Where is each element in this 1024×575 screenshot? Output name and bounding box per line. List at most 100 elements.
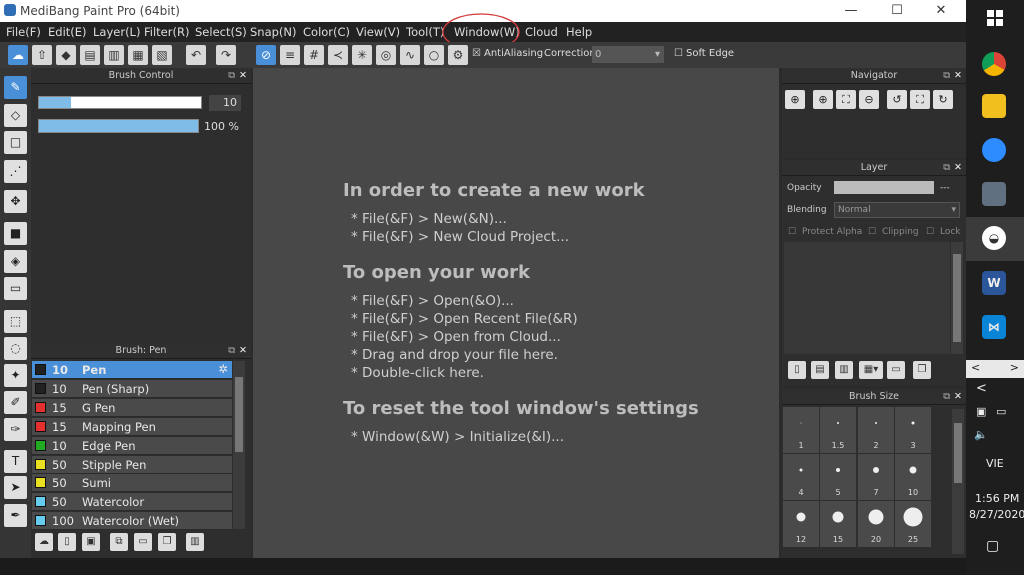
minimize-button[interactable]: — [828,0,874,22]
trash-icon[interactable]: ▥ [186,533,204,551]
antialiasing-checkbox-icon[interactable]: ☒ [472,48,481,59]
close-button[interactable]: ✕ [918,0,964,22]
vscode-icon[interactable]: ⋈ [982,315,1006,339]
duplicate-layer-icon[interactable]: ❐ [913,361,931,379]
undock-icon[interactable]: ⧉ [943,68,950,84]
protect-alpha-checkbox-icon[interactable]: ☐ [788,227,796,237]
scrollbar-thumb[interactable] [954,423,962,483]
layout-icon[interactable]: ▧ [152,45,172,65]
grid-icon[interactable]: ▦ [128,45,148,65]
parallel-snap-icon[interactable]: ≡ [280,45,300,65]
camera-icon[interactable]: ▣ [976,405,986,418]
folder-icon[interactable]: ▭ [134,533,152,551]
chrome-icon[interactable] [982,52,1006,76]
brush-size-preset[interactable]: 5 [820,454,856,500]
brush-item-mapping-pen[interactable]: 15 Mapping Pen [32,418,232,436]
brush-size-preset[interactable]: 10 [895,454,931,500]
rectangle-tool-icon[interactable]: □ [4,131,27,154]
menu-color[interactable]: Color(C) [303,25,350,39]
calculator-icon[interactable] [982,182,1006,206]
menu-tool[interactable]: Tool(T) [406,25,444,39]
dot-tool-icon[interactable]: ⋰ [4,160,27,183]
brush-size-value[interactable]: 10 [209,95,241,111]
undock-icon[interactable]: ⧉ [228,68,235,84]
scroll-left-arrow[interactable]: < [971,361,980,374]
clipping-checkbox-icon[interactable]: ☐ [868,227,876,237]
move-tool-icon[interactable]: ✥ [4,190,27,213]
brush-item-pen-sharp[interactable]: 10 Pen (Sharp) [32,380,232,398]
bucket-tool-icon[interactable]: ◈ [4,250,27,273]
brush-size-preset[interactable]: 15 [820,501,856,547]
brush-item-edge-pen[interactable]: 10 Edge Pen [32,437,232,455]
menu-edit[interactable]: Edit(E) [48,25,87,39]
magic-wand-tool-icon[interactable]: ✦ [4,364,27,387]
reset-view-icon[interactable]: ⛶ [910,90,930,109]
snap-off-icon[interactable]: ⊘ [256,45,276,65]
zoom-icon[interactable] [982,138,1006,162]
file-explorer-icon[interactable] [982,94,1006,118]
brush-size-scrollbar[interactable] [952,409,964,554]
medibang-app-icon[interactable]: ◒ [982,226,1006,250]
new-8bit-layer-icon[interactable]: ▤ [811,361,829,379]
eyedropper-tool-icon[interactable]: ✒ [4,504,27,527]
duplicate-icon[interactable]: ❐ [158,533,176,551]
lock-checkbox-icon[interactable]: ☐ [926,227,934,237]
zoom-out-icon[interactable]: ⊖ [859,90,879,109]
correction-select[interactable]: 0 ▾ [592,46,664,63]
add-brush-icon[interactable]: ▣ [82,533,100,551]
brush-size-preset[interactable]: 25 [895,501,931,547]
operation-tool-icon[interactable]: ➤ [4,476,27,499]
rotate-right-icon[interactable]: ↻ [933,90,953,109]
fill-shape-tool-icon[interactable]: ■ [4,222,27,245]
menu-snap[interactable]: Snap(N) [250,25,297,39]
layer-list[interactable] [784,242,950,354]
cloud-icon[interactable]: ☁ [8,45,28,65]
zoom-actual-icon[interactable]: ⊕ [785,90,805,109]
brush-item-sumi[interactable]: 50 Sumi [32,474,232,492]
language-indicator[interactable]: VIE [986,457,1004,470]
panel-close-icon[interactable]: ✕ [239,343,247,359]
chat-icon[interactable]: ▤ [80,45,100,65]
clock-date[interactable]: 8/27/2020 [969,508,1024,521]
copy-brush-icon[interactable]: ⧉ [110,533,128,551]
menu-select[interactable]: Select(S) [195,25,247,39]
panel-close-icon[interactable]: ✕ [239,68,247,84]
select-tool-icon[interactable]: ⬚ [4,310,27,333]
folder-icon[interactable]: ▭ [887,361,905,379]
brush-size-preset[interactable]: 1.5 [820,407,856,453]
brush-size-slider[interactable] [38,96,202,109]
add-layer-menu-icon[interactable]: ▦▾ [859,361,883,379]
menu-layer[interactable]: Layer(L) [93,25,140,39]
scrollbar-thumb[interactable] [953,254,961,342]
rotate-left-icon[interactable]: ↺ [887,90,907,109]
panel-close-icon[interactable]: ✕ [954,389,962,405]
page-icon[interactable]: ▥ [104,45,124,65]
battery-icon[interactable]: ▭ [996,405,1006,418]
menu-cloud[interactable]: Cloud [525,25,558,39]
new-layer-icon[interactable]: ▯ [788,361,806,379]
undock-icon[interactable]: ⧉ [943,160,950,176]
panel-close-icon[interactable]: ✕ [954,160,962,176]
menu-view[interactable]: View(V) [356,25,400,39]
gear-icon[interactable]: ✲ [218,362,228,376]
blending-select[interactable]: Normal ▾ [834,202,960,218]
upload-icon[interactable]: ⇧ [32,45,52,65]
canvas-area[interactable]: In order to create a new work * File(&F)… [253,68,779,558]
comment-icon[interactable]: ◆ [56,45,76,65]
brush-item-pen[interactable]: 10 Pen ✲ [32,361,232,379]
redo-icon[interactable]: ↷ [216,45,236,65]
brush-size-preset[interactable]: 12 [783,501,819,547]
zoom-in-icon[interactable]: ⊕ [813,90,833,109]
undock-icon[interactable]: ⧉ [228,343,235,359]
layer-scrollbar[interactable] [951,242,963,354]
undo-icon[interactable]: ↶ [186,45,206,65]
panel-close-icon[interactable]: ✕ [954,68,962,84]
scroll-right-arrow[interactable]: > [1010,361,1019,374]
menu-file[interactable]: File(F) [6,25,41,39]
text-tool-icon[interactable]: T [4,450,27,473]
brush-size-preset[interactable]: 4 [783,454,819,500]
radial-snap-icon[interactable]: ✳ [352,45,372,65]
brush-list-scrollbar[interactable] [233,361,245,529]
fit-screen-icon[interactable]: ⛶ [836,90,856,109]
brush-item-stipple-pen[interactable]: 50 Stipple Pen [32,456,232,474]
